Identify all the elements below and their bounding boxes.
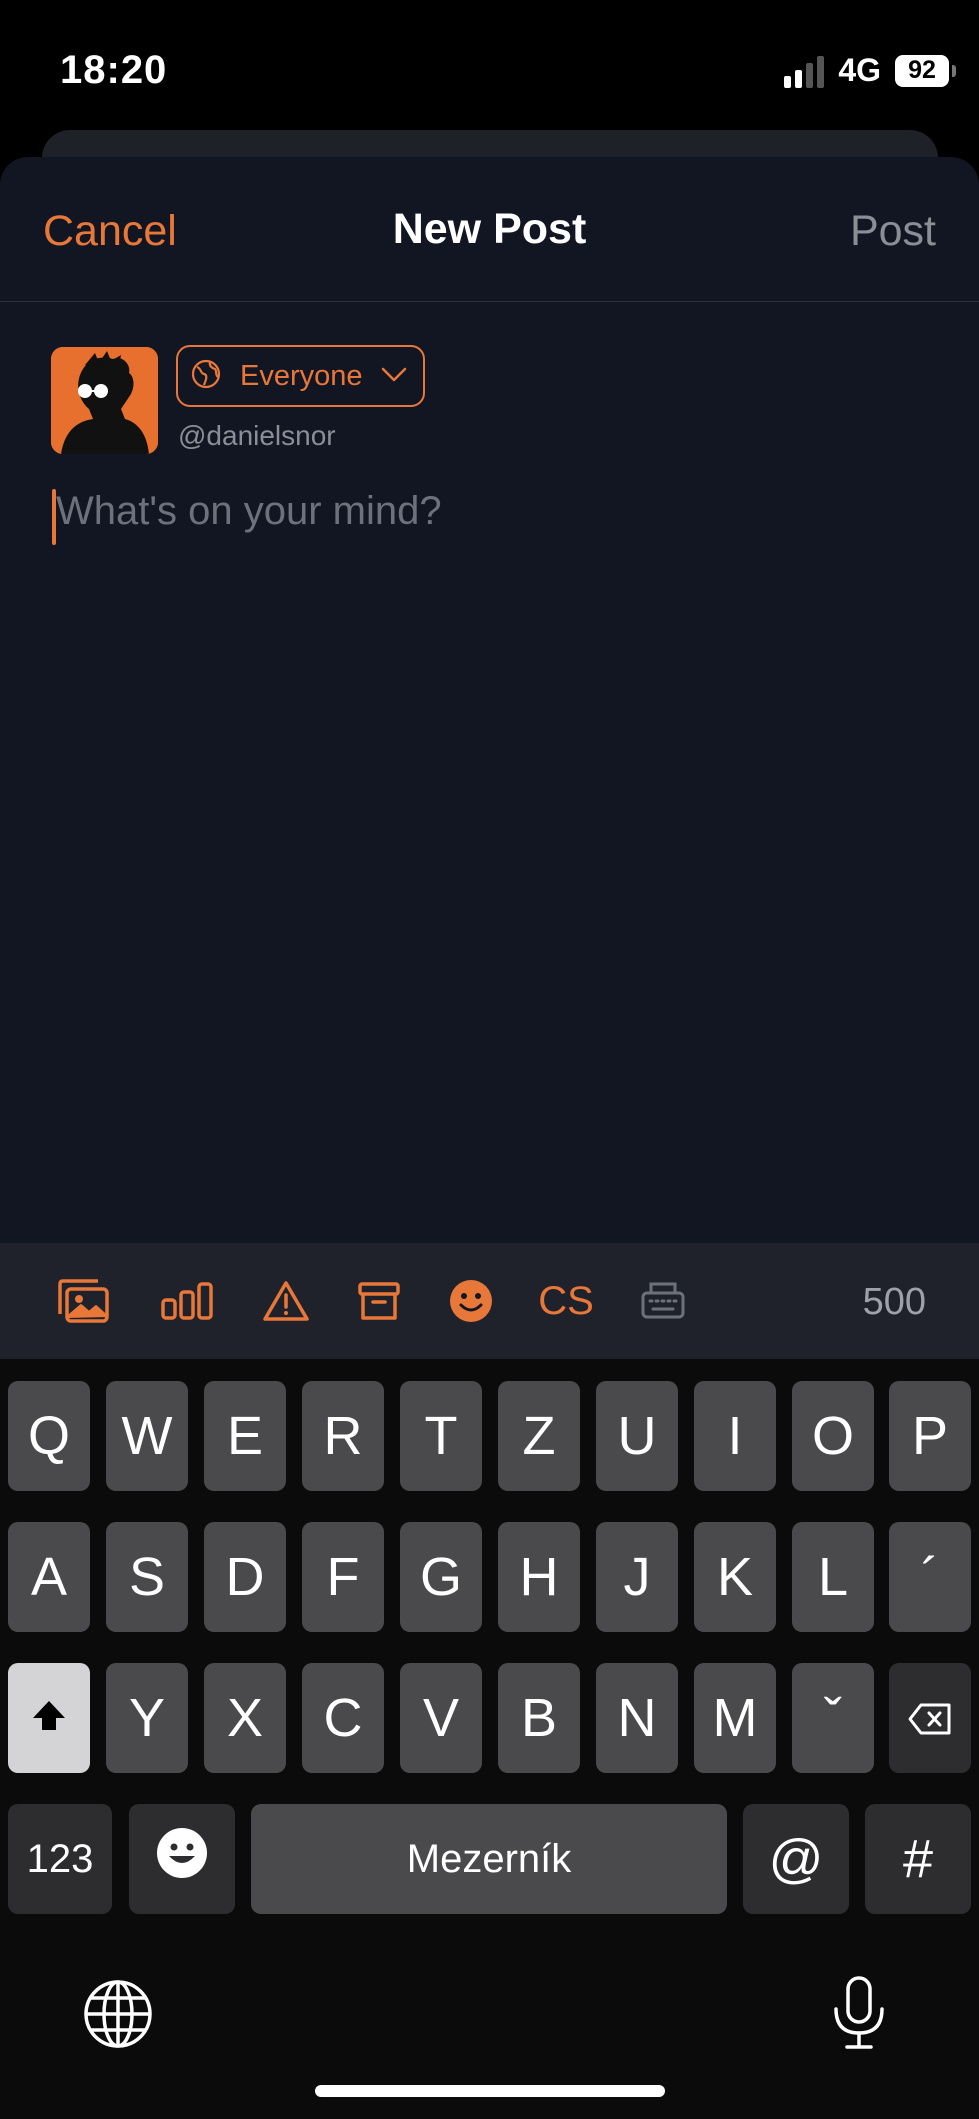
key-row2-7[interactable]: K: [694, 1522, 776, 1632]
avatar: [51, 347, 158, 454]
globe-keyboard-icon[interactable]: [82, 1978, 154, 2055]
key-row1-9[interactable]: P: [889, 1381, 971, 1491]
key-row2-4[interactable]: G: [400, 1522, 482, 1632]
key-row1-3[interactable]: R: [302, 1381, 384, 1491]
battery-icon: 92: [895, 54, 956, 87]
status-bar: 18:20 4G 92: [0, 0, 979, 140]
globe-icon: [190, 358, 222, 395]
home-indicator: [315, 2085, 665, 2097]
key-row2-3[interactable]: F: [302, 1522, 384, 1632]
audience-label: Everyone: [240, 359, 363, 392]
key-row2-6[interactable]: J: [596, 1522, 678, 1632]
key-row3-1[interactable]: X: [204, 1663, 286, 1773]
keyboard-icon[interactable]: [638, 1273, 688, 1329]
audience-selector[interactable]: Everyone: [176, 345, 425, 407]
key-row1-4[interactable]: T: [400, 1381, 482, 1491]
shift-icon: [29, 1687, 69, 1749]
key-row3-7[interactable]: ˇ: [792, 1663, 874, 1773]
status-indicators: 4G 92: [784, 52, 956, 89]
page-title: New Post: [392, 205, 587, 253]
key-row3-3[interactable]: V: [400, 1663, 482, 1773]
user-handle: @danielsnor: [178, 420, 336, 451]
key-row3-4[interactable]: B: [498, 1663, 580, 1773]
space-key[interactable]: Mezerník: [251, 1804, 727, 1914]
status-time: 18:20: [60, 48, 168, 92]
key-row2-1[interactable]: S: [106, 1522, 188, 1632]
new-post-sheet: Cancel New Post Post Everyone @danielsno…: [0, 157, 979, 1243]
key-row1-7[interactable]: I: [694, 1381, 776, 1491]
at-key[interactable]: @: [743, 1804, 849, 1914]
key-row1-8[interactable]: O: [792, 1381, 874, 1491]
key-row2-0[interactable]: A: [8, 1522, 90, 1632]
numbers-key[interactable]: 123: [8, 1804, 112, 1914]
image-gallery-icon[interactable]: [55, 1273, 111, 1329]
archive-icon[interactable]: [356, 1273, 402, 1329]
key-row2-5[interactable]: H: [498, 1522, 580, 1632]
key-row2-9[interactable]: ´: [889, 1522, 971, 1632]
compose-toolbar: CS 500: [0, 1243, 979, 1359]
key-row1-0[interactable]: Q: [8, 1381, 90, 1491]
key-row3-0[interactable]: Y: [106, 1663, 188, 1773]
emoji-icon[interactable]: [448, 1273, 494, 1329]
emoji-keyboard-key[interactable]: [129, 1804, 235, 1914]
key-row1-6[interactable]: U: [596, 1381, 678, 1491]
poll-icon[interactable]: [159, 1273, 215, 1329]
chevron-down-icon: [379, 364, 409, 389]
hash-key[interactable]: #: [865, 1804, 971, 1914]
cellular-signal-icon: [784, 54, 825, 88]
microphone-icon[interactable]: [830, 1975, 888, 2056]
content-warning-button[interactable]: CS: [536, 1273, 596, 1329]
shift-key[interactable]: [8, 1663, 90, 1773]
key-row1-2[interactable]: E: [204, 1381, 286, 1491]
emoji-keyboard-icon: [155, 1826, 209, 1893]
character-count: 500: [862, 1281, 926, 1323]
compose-text-area[interactable]: What's on your mind?: [56, 489, 442, 534]
navigation-bar: Cancel New Post Post: [0, 157, 979, 302]
key-row3-5[interactable]: N: [596, 1663, 678, 1773]
backspace-key[interactable]: [889, 1663, 971, 1773]
post-button[interactable]: Post: [850, 207, 936, 256]
key-row3-2[interactable]: C: [302, 1663, 384, 1773]
key-row2-8[interactable]: L: [792, 1522, 874, 1632]
warning-icon[interactable]: [261, 1273, 311, 1329]
key-row1-5[interactable]: Z: [498, 1381, 580, 1491]
key-row1-1[interactable]: W: [106, 1381, 188, 1491]
key-row2-2[interactable]: D: [204, 1522, 286, 1632]
network-type: 4G: [838, 52, 881, 88]
backspace-icon: [907, 1687, 953, 1749]
key-row3-6[interactable]: M: [694, 1663, 776, 1773]
